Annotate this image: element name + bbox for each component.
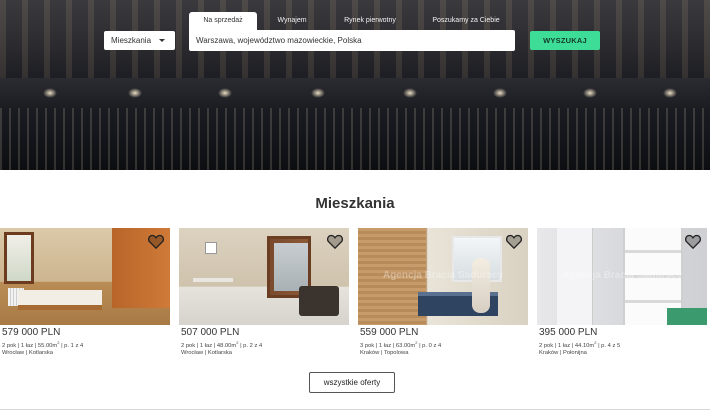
tab-poszukamy-za-ciebie[interactable]: Poszukamy za Ciebie: [413, 12, 519, 30]
tab-rynek-pierwotny[interactable]: Rynek pierwotny: [327, 12, 413, 30]
listing-details: 2 pok | 1 łaz | 44.10m2 | p. 4 z 5: [539, 340, 621, 349]
search-button[interactable]: WYSZUKAJ: [530, 31, 600, 50]
listing-price: 559 000 PLN: [360, 327, 419, 338]
listing-location: Wrocław | Kotlarska: [181, 350, 233, 356]
listing-photo[interactable]: Agencja Bracia Sadurscy: [358, 228, 528, 325]
tab-wynajem[interactable]: Wynajem: [257, 12, 327, 30]
listing-photo[interactable]: [179, 228, 349, 325]
hero-water-bg: [0, 108, 710, 170]
listing-location: Wrocław | Kotlarska: [2, 350, 54, 356]
listing-card[interactable]: 507 000 PLN 2 pok | 1 łaz | 48.00m2 | p.…: [179, 228, 349, 360]
heart-icon[interactable]: [685, 234, 701, 249]
all-offers-button[interactable]: wszystkie oferty: [309, 372, 395, 393]
property-type-select[interactable]: Mieszkania: [104, 31, 175, 50]
heart-icon[interactable]: [506, 234, 522, 249]
tab-na-sprzedaz[interactable]: Na sprzedaż: [189, 12, 257, 30]
listing-location: Kraków | Topolowa: [360, 350, 409, 356]
listing-price: 579 000 PLN: [2, 327, 61, 338]
hero-banner: Na sprzedaż Wynajem Rynek pierwotny Posz…: [0, 0, 710, 170]
search-tabs: Na sprzedaż Wynajem Rynek pierwotny Posz…: [189, 12, 519, 30]
listing-details: 2 pok | 1 łaz | 55.00m2 | p. 1 z 4: [2, 340, 84, 349]
section-title: Mieszkania: [315, 195, 395, 212]
listing-watermark: Agencja Bracia Sadurscy: [382, 270, 504, 281]
section-divider: [0, 409, 710, 410]
listing-card[interactable]: 579 000 PLN 2 pok | 1 łaz | 55.00m2 | p.…: [0, 228, 170, 360]
property-type-value: Mieszkania: [111, 36, 152, 45]
listing-photo[interactable]: Agencja Bracia Sadurscy: [537, 228, 707, 325]
listing-card[interactable]: Agencja Bracia Sadurscy 395 000 PLN 2 po…: [537, 228, 707, 360]
heart-icon[interactable]: [148, 234, 164, 249]
listing-photo[interactable]: [0, 228, 170, 325]
listing-location: Kraków | Połonijna: [539, 350, 587, 356]
location-input[interactable]: [189, 30, 515, 51]
listing-price: 507 000 PLN: [181, 327, 240, 338]
listing-watermark: Agencja Bracia Sadurscy: [561, 270, 683, 281]
caret-down-icon: [159, 39, 165, 42]
listing-cards: 579 000 PLN 2 pok | 1 łaz | 55.00m2 | p.…: [0, 228, 710, 368]
listing-details: 2 pok | 1 łaz | 48.00m2 | p. 2 z 4: [181, 340, 263, 349]
heart-icon[interactable]: [327, 234, 343, 249]
listing-card[interactable]: Agencja Bracia Sadurscy 559 000 PLN 3 po…: [358, 228, 528, 360]
hero-lamps-bg: [0, 78, 710, 108]
listing-price: 395 000 PLN: [539, 327, 598, 338]
listing-details: 3 pok | 1 łaz | 63.00m2 | p. 0 z 4: [360, 340, 442, 349]
